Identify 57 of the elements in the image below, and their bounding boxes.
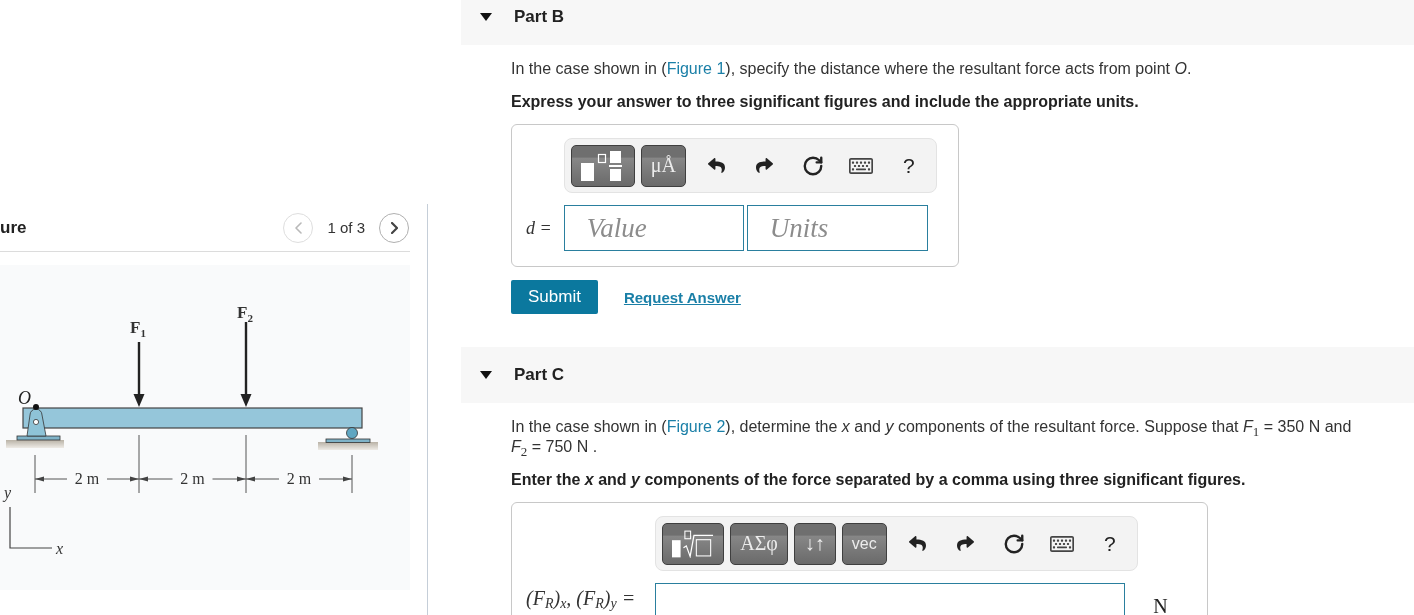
instruction-text: Enter the x and y components of the force separated by a comma using three significant figures. <box>511 470 1247 490</box>
symbols-button[interactable]: ↓↑ <box>793 522 836 565</box>
force-label: F$_{1}$ <box>130 318 146 339</box>
roller-support <box>325 427 371 443</box>
point-marker <box>33 404 39 410</box>
templates-button[interactable] <box>662 522 725 565</box>
axis-lines <box>9 506 53 549</box>
dimension-label: 2 m <box>180 470 205 487</box>
caret-down-icon[interactable] <box>480 13 492 21</box>
extension-line <box>34 454 36 494</box>
symbols-button[interactable]: μÅ <box>640 144 686 187</box>
redo-icon <box>756 157 774 174</box>
question-text: In the case shown in (Figure 1), specify the distance where the resultant force acts from point O. <box>511 59 1193 79</box>
unit-label: N <box>1153 594 1168 615</box>
axis-label: y <box>4 484 12 501</box>
answer-label: (F$_{R}$)$_{x}$, (F$_{R}$)$_{y}$ = <box>526 587 636 609</box>
symbols-button[interactable]: ΑΣφ <box>730 522 788 565</box>
part-title[interactable]: Part B <box>514 7 565 27</box>
force-label: F$_{2}$ <box>237 303 253 324</box>
help-button[interactable]: ? <box>887 144 930 187</box>
units-field[interactable]: Units <box>746 205 928 251</box>
ground-shading <box>6 440 64 448</box>
figure-link[interactable]: Figure 1 <box>666 60 726 77</box>
undo-icon <box>708 157 726 174</box>
extension-line <box>245 434 247 494</box>
instruction-text: Express your answer to three significant figures and include the appropriate units. <box>511 92 1140 112</box>
ground-shading <box>318 442 378 450</box>
figure-link[interactable]: Figure 2 <box>666 418 726 435</box>
help-button[interactable]: ? <box>1088 522 1131 565</box>
axis-label: x <box>56 540 64 557</box>
answer-label: d = <box>526 217 552 239</box>
fraction-template-icon <box>580 150 625 181</box>
figure-title: ure <box>0 217 27 238</box>
reset-icon <box>801 154 824 177</box>
extension-line <box>351 454 353 494</box>
pin-support <box>16 408 61 441</box>
value-field[interactable]: Value <box>563 205 744 251</box>
next-button[interactable] <box>379 212 409 243</box>
undo-icon <box>909 535 927 552</box>
reset-icon <box>1002 532 1025 555</box>
vector-button[interactable]: vec <box>841 522 887 565</box>
templates-button[interactable] <box>570 144 635 187</box>
dimension-label: 2 m <box>74 470 100 487</box>
extension-line <box>138 434 140 494</box>
radical-template-icon <box>672 529 715 558</box>
submit-button[interactable]: Submit <box>511 280 598 314</box>
request-answer-link[interactable]: Request Answer <box>623 288 741 306</box>
dimension-label: 2 m <box>286 470 312 487</box>
redo-icon <box>957 535 975 552</box>
question-text: In the case shown in (Figure 2), determine the x and y components of the resultant force. Suppose that F$_{1}$ = 350 N and F$_{2}$ = 750 N . <box>511 417 1353 457</box>
chevron-right-icon <box>390 221 398 234</box>
part-title[interactable]: Part C <box>514 365 565 385</box>
force-arrow <box>133 342 145 407</box>
caret-down-icon[interactable] <box>480 371 492 379</box>
page-indicator: 1 of 3 <box>327 219 365 236</box>
chevron-left-icon <box>294 221 302 234</box>
point-label: O <box>18 388 31 408</box>
